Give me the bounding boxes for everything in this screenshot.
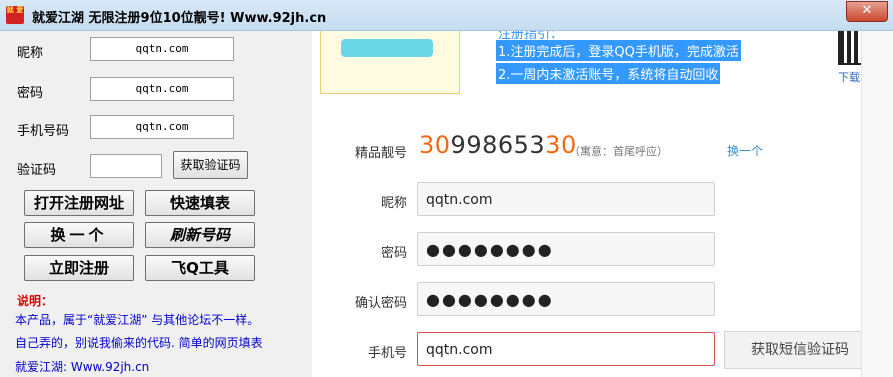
note-line: 就爱江湖: Www.92jh.cn (15, 360, 150, 374)
banner-image (320, 31, 460, 94)
number-prefix: 30 (419, 131, 451, 159)
change-one-button[interactable]: 换一个 (24, 222, 134, 248)
note-line: 本产品，属于“就爱江湖” 与其他论坛不一样。 (15, 313, 260, 327)
phone-label: 手机号 (367, 346, 407, 361)
password-label: 密码 (17, 86, 44, 101)
phone-input[interactable]: qqtn.com (90, 115, 234, 139)
number-middle: 998653 (450, 131, 546, 159)
pretty-number: 3099865330 (419, 131, 577, 159)
close-button[interactable]: ✕ (846, 1, 888, 22)
number-meaning: （寓意：首尾呼应） (569, 145, 668, 158)
password-field[interactable]: ●●●●●●●● (417, 232, 715, 266)
nickname-field[interactable]: qqtn.com (417, 182, 715, 216)
quick-fill-button[interactable]: 快速填表 (145, 190, 255, 216)
guide-line-1: 1.注册完成后，登录QQ手机版，完成激活 (496, 40, 741, 61)
confirm-password-field[interactable]: ●●●●●●●● (417, 282, 715, 316)
guide-line-2: 2.一周内未激活账号，系统将自动回收 (496, 63, 721, 84)
nickname-label: 昵称 (17, 46, 44, 61)
banner-bar (341, 39, 433, 57)
download-link[interactable]: 下载 (838, 69, 860, 85)
change-number-link[interactable]: 换一个 (727, 142, 763, 159)
note-line: 自己弄的，别说我偷来的代码. 简单的网页填表 (15, 336, 263, 350)
password-input[interactable]: qqtn.com (90, 77, 234, 101)
number-label: 精品靓号 (354, 146, 407, 161)
refresh-number-button[interactable]: 刷新号码 (145, 222, 255, 248)
phone-label: 手机号码 (17, 124, 70, 139)
captcha-label: 验证码 (17, 163, 57, 178)
register-now-button[interactable]: 立即注册 (24, 255, 134, 281)
open-url-button[interactable]: 打开注册网址 (24, 190, 134, 216)
left-panel: 昵称 qqtn.com 密码 qqtn.com 手机号码 qqtn.com 验证… (0, 31, 310, 377)
nickname-label: 昵称 (380, 196, 407, 211)
note-title: 说明： (17, 294, 54, 308)
scrollbar[interactable] (861, 31, 893, 377)
nickname-input[interactable]: qqtn.com (90, 37, 234, 61)
web-panel: 注册指引： 1.注册完成后，登录QQ手机版，完成激活 2.一周内未激活账号，系统… (312, 31, 893, 377)
title-bar: 就 爱 就爱江湖 无限注册9位10位靓号! Www.92jh.cn ✕ (0, 0, 893, 31)
window-title: 就爱江湖 无限注册9位10位靓号! Www.92jh.cn (32, 11, 327, 26)
phone-field[interactable]: qqtn.com (417, 332, 715, 366)
get-sms-code-button[interactable]: 获取短信验证码 (724, 331, 876, 369)
captcha-input[interactable] (90, 154, 162, 178)
password-label: 密码 (380, 246, 407, 261)
app-icon: 就 爱 (6, 6, 24, 24)
get-captcha-button[interactable]: 获取验证码 (173, 151, 248, 179)
fly-q-tool-button[interactable]: 飞Q工具 (145, 255, 255, 281)
confirm-password-label: 确认密码 (354, 296, 407, 311)
